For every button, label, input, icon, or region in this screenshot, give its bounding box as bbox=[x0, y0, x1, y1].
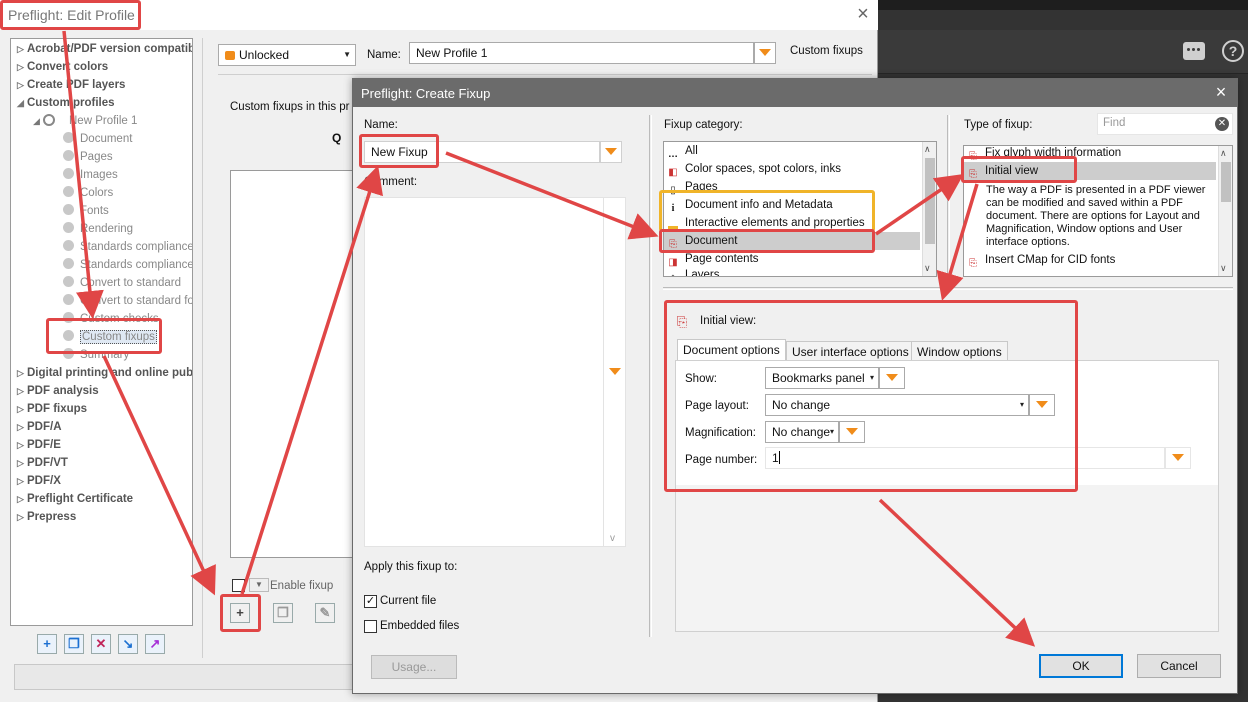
arrow bbox=[62, 30, 104, 319]
arrow bbox=[878, 498, 1036, 647]
arrow bbox=[875, 174, 964, 236]
arrow bbox=[102, 355, 216, 596]
arrow bbox=[240, 165, 383, 595]
annotation-arrows bbox=[62, 30, 1036, 647]
arrow bbox=[936, 183, 979, 301]
arrow bbox=[445, 151, 659, 240]
